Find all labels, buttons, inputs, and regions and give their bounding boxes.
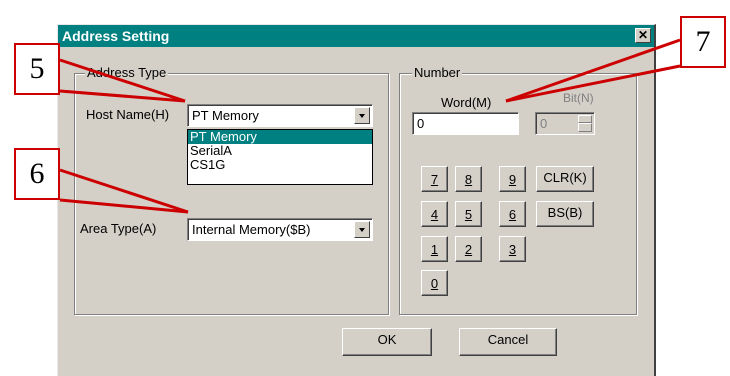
key-label: 2 — [464, 242, 473, 257]
ok-label: OK — [377, 332, 397, 347]
area-type-label: Area Type(A) — [80, 221, 157, 236]
host-name-option[interactable]: CS1G — [188, 158, 372, 172]
key-label: 1 — [430, 242, 439, 257]
host-name-label: Host Name(H) — [86, 107, 170, 122]
host-name-option[interactable]: SerialA — [188, 144, 372, 158]
area-type-value: Internal Memory($B) — [192, 222, 311, 237]
word-label: Word(M) — [441, 95, 492, 110]
callout-6: 6 — [14, 148, 60, 200]
bit-value: 0 — [540, 116, 548, 131]
cancel-button[interactable]: Cancel — [459, 328, 557, 356]
callout-7-number: 7 — [695, 25, 711, 58]
key-label: 4 — [430, 207, 439, 222]
key-label: 6 — [508, 207, 517, 222]
key-8[interactable]: 8 — [455, 166, 482, 192]
key-label: 3 — [508, 242, 517, 257]
number-group-label: Number — [412, 65, 463, 80]
cancel-label: Cancel — [487, 332, 529, 347]
host-name-dropdown-button[interactable] — [354, 107, 370, 124]
callout-7: 7 — [680, 16, 726, 68]
key-0[interactable]: 0 — [421, 270, 448, 296]
word-value: 0 — [417, 116, 425, 131]
key-label: 7 — [430, 172, 439, 187]
callout-5: 5 — [14, 43, 60, 95]
callout-5-number: 5 — [29, 52, 45, 85]
key-7[interactable]: 7 — [421, 166, 448, 192]
key-2[interactable]: 2 — [455, 236, 482, 262]
bit-spin-down-button[interactable] — [578, 123, 592, 132]
key-3[interactable]: 3 — [499, 236, 526, 262]
close-button[interactable]: ✕ — [635, 28, 651, 43]
address-setting-dialog: Address Setting ✕ Address Type Host Name… — [57, 24, 656, 376]
callout-6-number: 6 — [29, 157, 45, 190]
host-name-listbox[interactable]: PT Memory SerialA CS1G — [187, 129, 373, 185]
key-1[interactable]: 1 — [421, 236, 448, 262]
address-type-group-label: Address Type — [85, 65, 169, 80]
key-6[interactable]: 6 — [499, 201, 526, 227]
area-type-dropdown-button[interactable] — [354, 221, 370, 238]
ok-button[interactable]: OK — [342, 328, 432, 356]
word-input[interactable]: 0 — [412, 112, 519, 135]
key-label: 0 — [430, 276, 439, 291]
key-4[interactable]: 4 — [421, 201, 448, 227]
area-type-combobox[interactable]: Internal Memory($B) — [187, 218, 373, 241]
host-name-option[interactable]: PT Memory — [188, 130, 372, 144]
bit-stepper[interactable]: 0 — [535, 112, 595, 135]
title-bar[interactable]: Address Setting ✕ — [58, 25, 654, 47]
key-label: 8 — [464, 172, 473, 187]
dialog-title: Address Setting — [62, 28, 170, 44]
key-5[interactable]: 5 — [455, 201, 482, 227]
clr-button[interactable]: CLR(K) — [536, 166, 594, 192]
clr-label: CLR(K) — [543, 170, 587, 185]
host-name-value: PT Memory — [192, 108, 259, 123]
close-icon: ✕ — [637, 28, 649, 42]
bs-label: BS(B) — [547, 205, 583, 220]
bs-button[interactable]: BS(B) — [536, 201, 594, 227]
key-9[interactable]: 9 — [499, 166, 526, 192]
key-label: 9 — [508, 172, 517, 187]
key-label: 5 — [464, 207, 473, 222]
host-name-combobox[interactable]: PT Memory — [187, 104, 373, 127]
bit-label: Bit(N) — [563, 91, 594, 105]
bit-spin-up-button[interactable] — [578, 115, 592, 123]
